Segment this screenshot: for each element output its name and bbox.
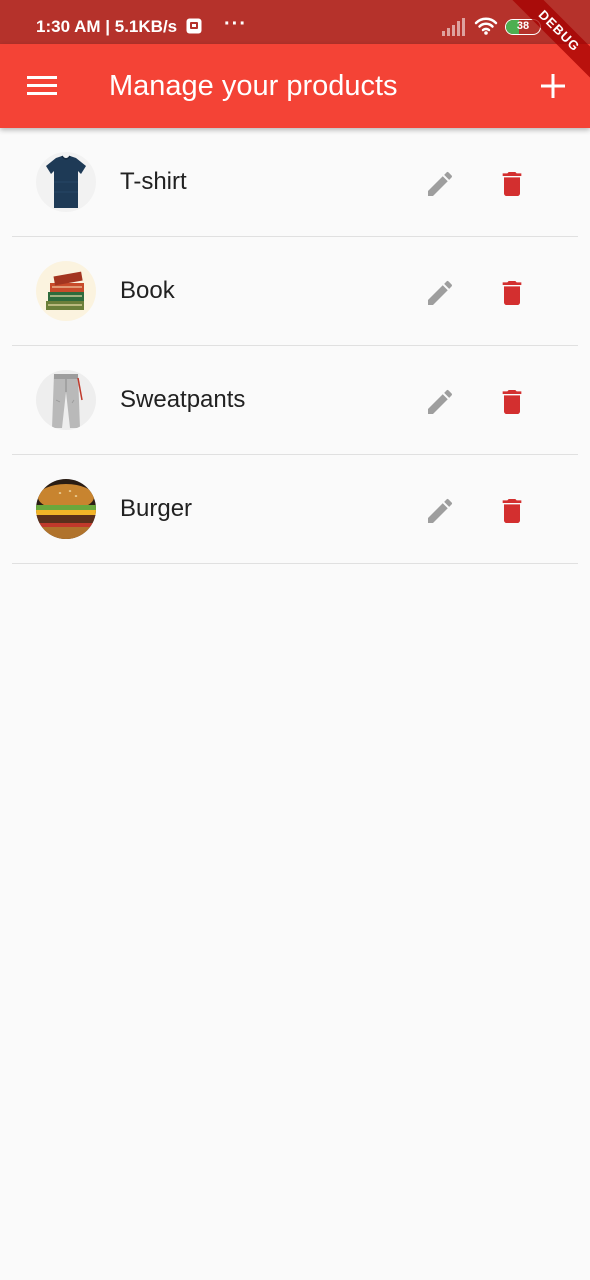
pencil-icon [428,389,453,414]
delete-button[interactable] [490,380,534,424]
add-product-button[interactable] [532,66,574,106]
t-shirt-thumbnail [36,152,96,212]
product-name: Book [120,277,175,304]
pencil-icon [428,171,453,196]
product-row: T-shirt [12,128,578,237]
wifi-icon [474,16,498,41]
menu-button[interactable] [22,66,62,106]
edit-button[interactable] [418,271,462,315]
notification-icon [186,18,202,39]
more-notifications-icon: ··· [224,13,247,35]
product-list: T-shirt Book Sweatpants Burger [0,128,590,564]
edit-button[interactable] [418,162,462,206]
books-thumbnail [36,261,96,321]
pencil-icon [428,498,453,523]
delete-button[interactable] [490,489,534,533]
hamburger-menu-icon [27,76,57,95]
delete-button[interactable] [490,162,534,206]
plus-icon [541,74,565,98]
app-bar: Manage your products [0,44,590,128]
product-row: Burger [12,455,578,564]
burger-thumbnail [36,479,96,539]
trash-icon [502,172,522,196]
edit-button[interactable] [418,489,462,533]
product-row: Book [12,237,578,346]
product-row: Sweatpants [12,346,578,455]
product-name: Burger [120,495,193,522]
status-bar: 1:30 AM | 5.1KB/s ··· 38 [0,0,590,44]
product-name: Sweatpants [120,386,246,413]
trash-icon [502,281,522,305]
sweatpants-thumbnail [36,370,96,430]
delete-button[interactable] [490,271,534,315]
status-time-speed: 1:30 AM | 5.1KB/s [36,17,178,36]
signal-icon [442,18,466,41]
trash-icon [502,499,522,523]
edit-button[interactable] [418,380,462,424]
pencil-icon [428,280,453,305]
page-title: Manage your products [109,70,398,102]
trash-icon [502,390,522,414]
product-name: T-shirt [120,168,187,195]
